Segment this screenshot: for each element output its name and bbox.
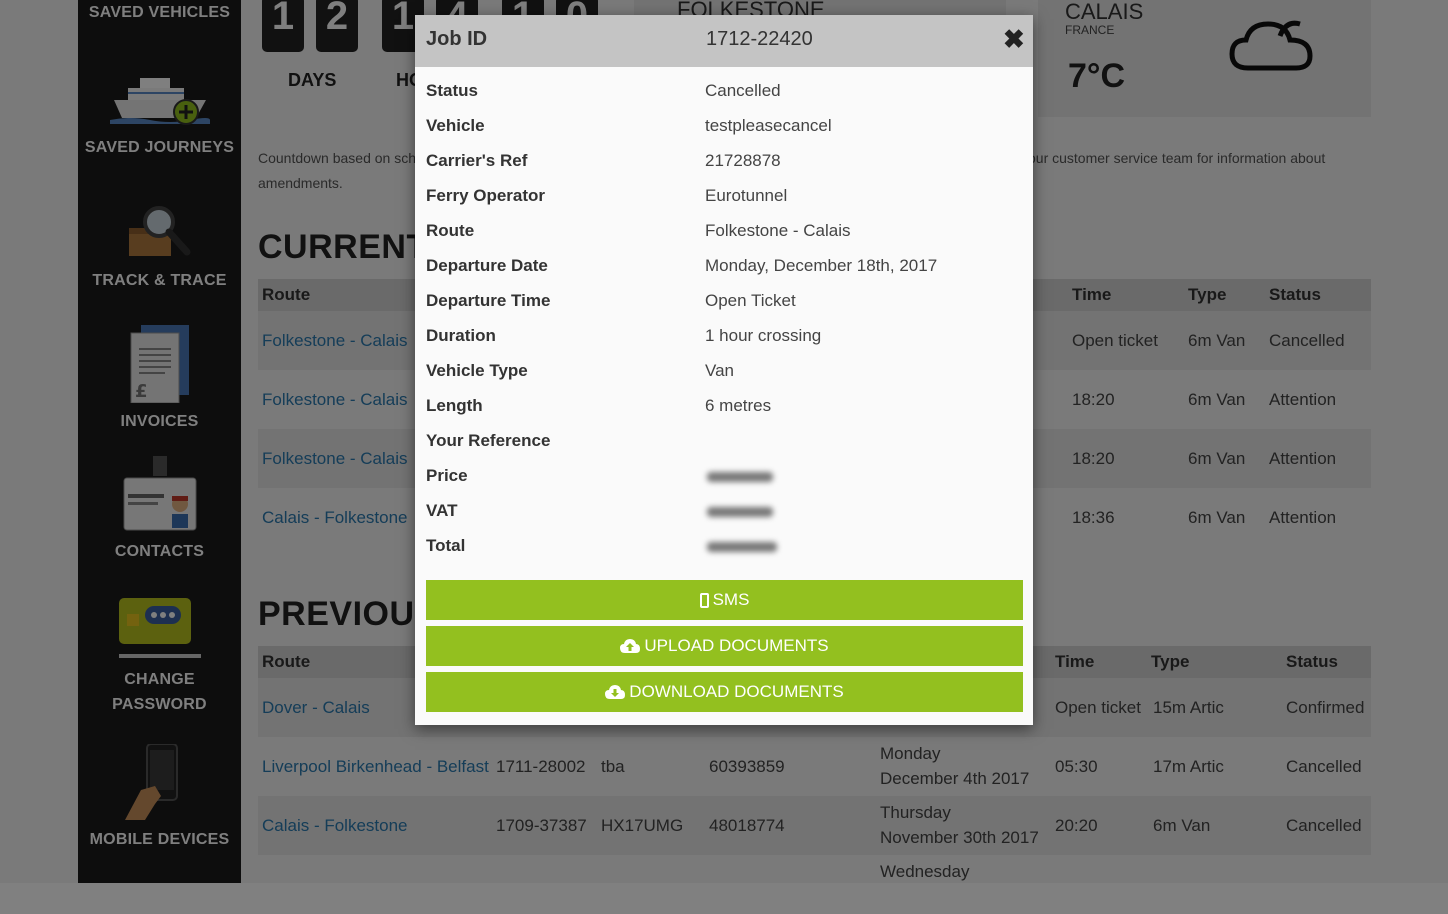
detail-label: VAT — [426, 501, 458, 520]
mobile-icon — [699, 593, 709, 609]
detail-row-vehicle-type: Vehicle Type Van — [426, 361, 1022, 396]
detail-value: Monday, December 18th, 2017 — [705, 256, 938, 275]
detail-value: Eurotunnel — [705, 186, 788, 205]
detail-label: Departure Time — [426, 291, 551, 310]
upload-documents-button[interactable]: UPLOAD DOCUMENTS — [426, 626, 1023, 666]
detail-label: Route — [426, 221, 475, 240]
detail-row-duration: Duration 1 hour crossing — [426, 326, 1022, 361]
detail-label: Length — [426, 396, 483, 415]
detail-row-vat: VAT — [426, 501, 1022, 536]
download-documents-label: DOWNLOAD DOCUMENTS — [629, 682, 844, 701]
detail-value: Van — [705, 361, 734, 380]
detail-row-ferry-operator: Ferry Operator Eurotunnel — [426, 186, 1022, 221]
job-details-modal: Job ID 1712-22420 ✖ Status Cancelled Veh… — [415, 15, 1033, 725]
detail-value: Open Ticket — [705, 291, 796, 310]
detail-row-length: Length 6 metres — [426, 396, 1022, 431]
detail-label: Status — [426, 81, 478, 100]
cloud-upload-icon — [620, 639, 641, 654]
close-icon[interactable]: ✖ — [1003, 25, 1025, 53]
detail-value: testpleasecancel — [705, 116, 832, 135]
detail-row-your-reference: Your Reference — [426, 431, 1022, 466]
download-documents-button[interactable]: DOWNLOAD DOCUMENTS — [426, 672, 1023, 712]
page: SAVED VEHICLES SAVED JOURNEYS TRACK & T — [0, 0, 1448, 883]
sms-button-label: SMS — [712, 590, 750, 609]
modal-job-id: 1712-22420 — [706, 28, 813, 50]
detail-label: Departure Date — [426, 256, 548, 275]
modal-title: Job ID — [426, 28, 488, 50]
modal-header: Job ID 1712-22420 ✖ — [415, 15, 1033, 67]
detail-row-carriers-ref: Carrier's Ref 21728878 — [426, 151, 1022, 186]
detail-label: Price — [426, 466, 468, 485]
detail-label: Ferry Operator — [426, 186, 546, 205]
detail-value: Folkestone - Calais — [705, 221, 851, 240]
detail-row-status: Status Cancelled — [426, 81, 1022, 116]
detail-label: Total — [426, 536, 466, 555]
detail-value: 1 hour crossing — [705, 326, 822, 345]
detail-value: 6 metres — [705, 396, 772, 415]
detail-row-price: Price — [426, 466, 1022, 501]
detail-row-departure-date: Departure Date Monday, December 18th, 20… — [426, 256, 1022, 291]
sms-button[interactable]: SMS — [426, 580, 1023, 620]
redacted-value — [707, 542, 777, 552]
detail-value: Cancelled — [705, 81, 781, 100]
redacted-value — [707, 507, 773, 517]
detail-label: Your Reference — [426, 431, 551, 450]
upload-documents-label: UPLOAD DOCUMENTS — [644, 636, 829, 655]
cloud-download-icon — [605, 685, 626, 700]
detail-label: Duration — [426, 326, 496, 345]
detail-row-total: Total — [426, 536, 1022, 571]
redacted-value — [707, 472, 773, 482]
detail-label: Carrier's Ref — [426, 151, 528, 170]
detail-row-route: Route Folkestone - Calais — [426, 221, 1022, 256]
detail-value: 21728878 — [705, 151, 781, 170]
detail-label: Vehicle Type — [426, 361, 528, 380]
detail-row-departure-time: Departure Time Open Ticket — [426, 291, 1022, 326]
detail-label: Vehicle — [426, 116, 485, 135]
detail-row-vehicle: Vehicle testpleasecancel — [426, 116, 1022, 151]
